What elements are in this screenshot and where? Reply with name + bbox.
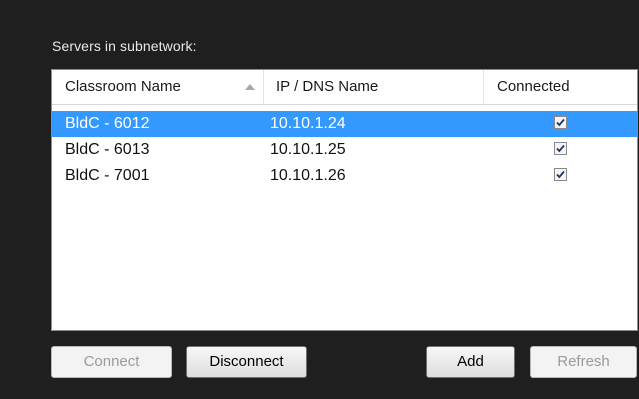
connected-checkbox-icon[interactable]: [554, 116, 567, 129]
classroom-name-cell: BldC - 6013: [65, 141, 150, 158]
connect-button[interactable]: Connect: [51, 346, 172, 378]
servers-in-subnetwork-label: Servers in subnetwork:: [52, 38, 197, 54]
sort-ascending-icon: [245, 84, 255, 90]
list-header: Classroom Name IP / DNS Name Connected: [52, 70, 637, 105]
column-header-ip-label: IP / DNS Name: [276, 78, 379, 95]
classroom-name-cell: BldC - 7001: [65, 167, 150, 184]
connected-checkbox-icon[interactable]: [554, 168, 567, 181]
ip-dns-cell: 10.10.1.24: [270, 115, 346, 132]
servers-list-view[interactable]: Classroom Name IP / DNS Name Connected B…: [51, 69, 638, 331]
connected-checkbox-icon[interactable]: [554, 142, 567, 155]
ip-dns-cell: 10.10.1.26: [270, 167, 346, 184]
table-row[interactable]: BldC - 6012 10.10.1.24: [52, 111, 637, 137]
column-header-classroom-name[interactable]: Classroom Name: [52, 70, 264, 104]
servers-panel: Servers in subnetwork: Classroom Name IP…: [0, 0, 639, 399]
column-header-connected[interactable]: Connected: [484, 70, 637, 104]
table-row[interactable]: BldC - 6013 10.10.1.25: [52, 137, 637, 163]
column-header-ip-dns-name[interactable]: IP / DNS Name: [264, 70, 484, 104]
column-header-connected-label: Connected: [497, 78, 570, 95]
classroom-name-cell: BldC - 6012: [65, 115, 150, 132]
column-header-classroom-label: Classroom Name: [65, 78, 181, 95]
refresh-button[interactable]: Refresh: [530, 346, 637, 378]
table-row[interactable]: BldC - 7001 10.10.1.26: [52, 163, 637, 189]
add-button[interactable]: Add: [426, 346, 515, 378]
ip-dns-cell: 10.10.1.25: [270, 141, 346, 158]
disconnect-button[interactable]: Disconnect: [186, 346, 307, 378]
